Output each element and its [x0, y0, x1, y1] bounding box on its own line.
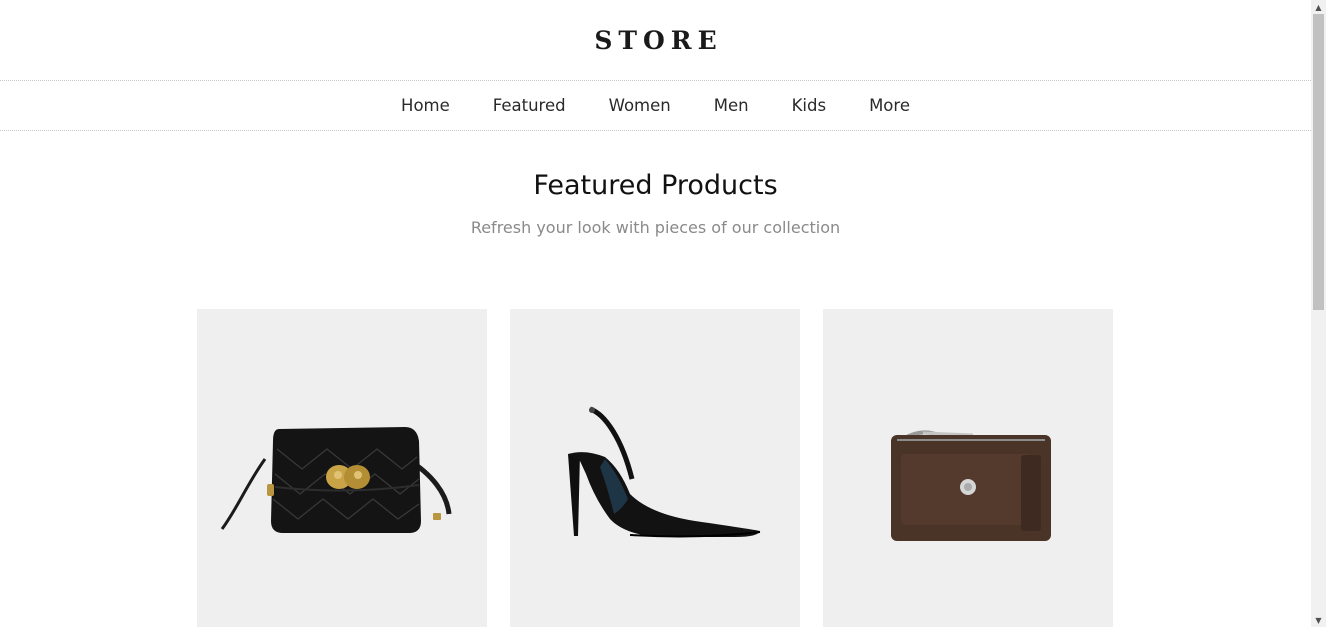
nav-item-men[interactable]: Men [714, 96, 749, 115]
page-content: STORE Home Featured Women Men Kids More … [0, 0, 1311, 627]
product-grid [197, 309, 1113, 627]
product-image-card-pouch [891, 430, 1051, 541]
nav-item-women[interactable]: Women [609, 96, 671, 115]
nav-item-kids[interactable]: Kids [792, 96, 826, 115]
vertical-scrollbar[interactable]: ▲ ▼ [1311, 0, 1326, 627]
product-image-slingback-heel [568, 406, 761, 538]
product-card[interactable] [823, 309, 1113, 627]
scroll-down-arrow-icon[interactable]: ▼ [1311, 613, 1326, 627]
page: STORE Home Featured Women Men Kids More … [0, 0, 1326, 627]
store-logo[interactable]: STORE [594, 26, 722, 55]
product-card[interactable] [197, 309, 487, 627]
product-image-belt-bag [220, 427, 452, 533]
scrollbar-thumb[interactable] [1313, 14, 1324, 310]
site-header: STORE [0, 0, 1311, 81]
nav-item-more[interactable]: More [869, 96, 910, 115]
section-subtitle: Refresh your look with pieces of our col… [470, 218, 841, 237]
scroll-up-arrow-icon[interactable]: ▲ [1311, 0, 1326, 14]
nav-item-featured[interactable]: Featured [493, 96, 566, 115]
section-title: Featured Products [533, 170, 778, 201]
product-card[interactable] [510, 309, 800, 627]
nav-item-home[interactable]: Home [401, 96, 450, 115]
main-nav: Home Featured Women Men Kids More [0, 81, 1311, 131]
